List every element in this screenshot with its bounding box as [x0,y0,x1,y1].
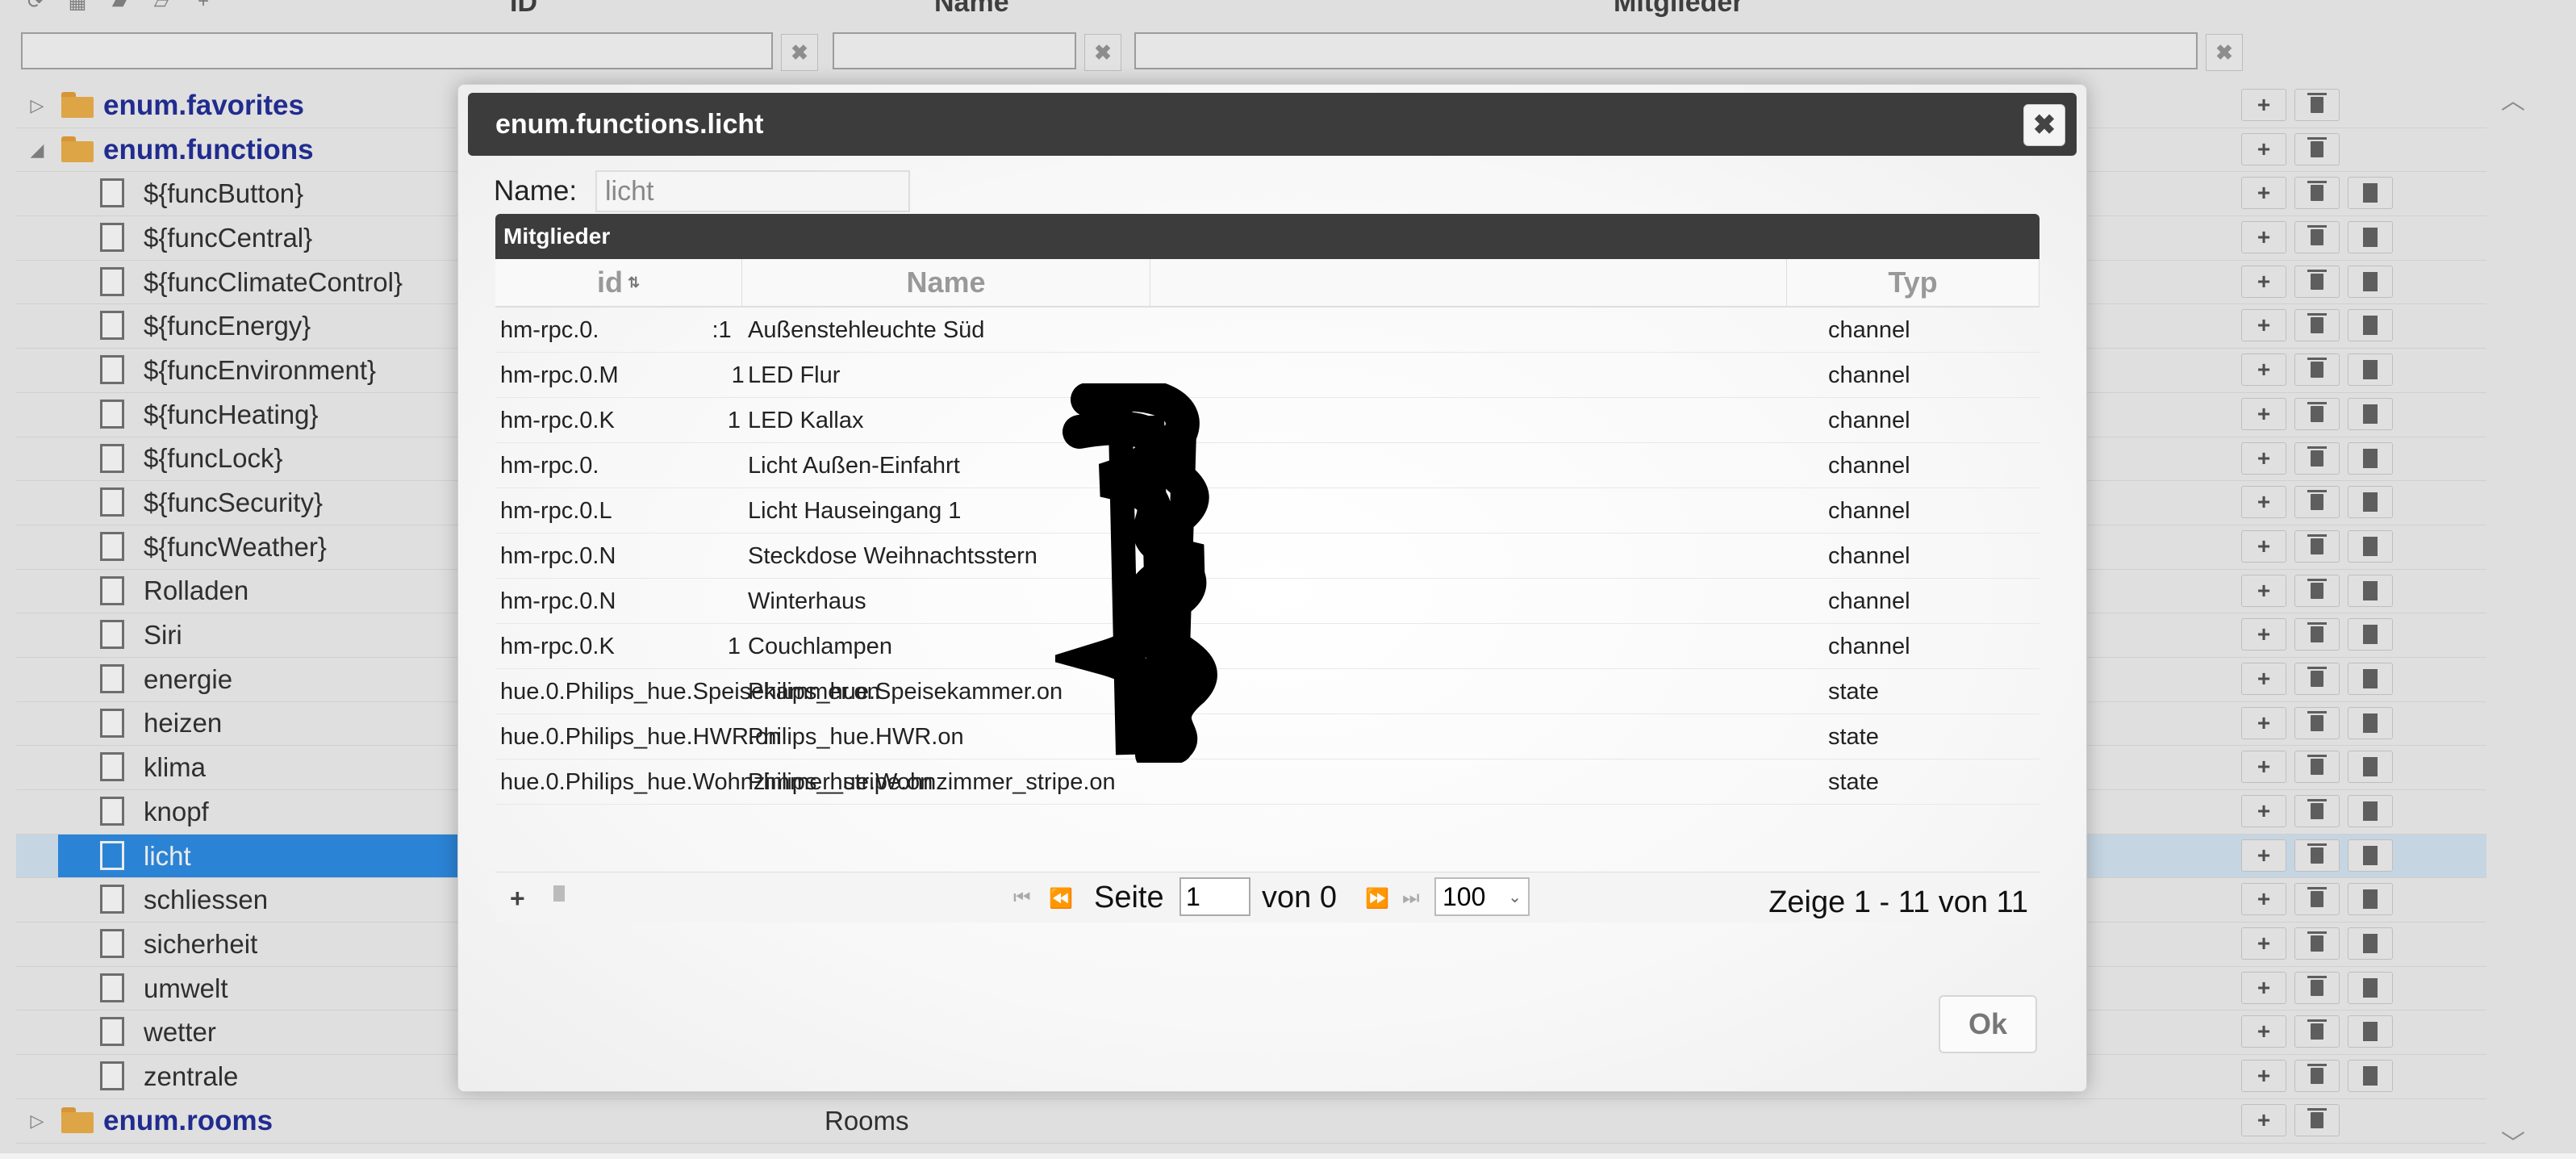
table-row[interactable]: hm-rpc.0.M 1 LED Flur channel [495,353,2040,398]
member-name: Philips_hue.HWR.on [748,724,964,750]
member-name: LED Flur [748,362,841,388]
member-name: Philips_hue.Speisekammer.on [748,679,1063,705]
member-id-prefix: hue.0.Philips_hue.HWR.on [500,724,782,750]
edit-enum-dialog: enum.functions.licht ✖ Name: Mitglieder … [457,84,2087,1092]
member-id-prefix: hm-rpc.0.L [500,498,612,524]
dialog-titlebar[interactable]: enum.functions.licht ✖ [468,93,2077,156]
member-type: state [1828,724,1879,750]
member-id-prefix: hm-rpc.0. [500,453,599,479]
sort-icon[interactable]: ⇅ [628,274,640,291]
last-page-icon[interactable]: ⏭ [1402,887,1420,910]
page-input[interactable] [1179,877,1250,916]
page-label: Seite [1094,881,1164,914]
prev-page-icon[interactable]: ⏪ [1049,887,1073,910]
member-type: state [1828,769,1879,795]
member-id: hm-rpc.0.L [500,498,612,525]
member-type: channel [1828,634,1910,659]
name-label: Name: [494,175,578,207]
grid-pager: + ⏮ ⏪ Seite von 0 ⏩ ⏭ 100 ⌄ Zeige 1 - 11… [495,872,2040,923]
records-info: Zeige 1 - 11 von 11 [1768,885,2028,919]
member-id-prefix: hm-rpc.0.K [500,408,615,433]
member-id: hm-rpc.0. :1 [500,317,732,344]
member-type: channel [1828,543,1910,569]
member-id-prefix: hm-rpc.0.N [500,588,616,614]
table-row[interactable]: hm-rpc.0.K 1 Couchlampen channel [495,624,2040,669]
member-name: Couchlampen [748,634,892,659]
page-size-select[interactable]: 100 ⌄ [1434,877,1530,916]
column-header-id[interactable]: id ⇅ [495,259,742,306]
add-member-icon[interactable]: + [510,884,525,914]
table-row[interactable]: hm-rpc.0.K 1 LED Kallax channel [495,398,2040,443]
name-input[interactable] [595,170,910,212]
member-id-prefix: hm-rpc.0.N [500,543,616,569]
member-type: state [1828,679,1879,705]
column-header-name[interactable]: Name [742,259,1150,306]
member-name: Außenstehleuchte Süd [748,317,985,343]
chevron-down-icon: ⌄ [1508,888,1522,906]
delete-member-icon[interactable] [553,885,565,902]
dialog-title: enum.functions.licht [495,109,764,140]
member-id-suffix: :1 [712,317,732,343]
page-size-value: 100 [1442,881,1486,911]
redaction-scribble [1055,383,1217,763]
member-id-prefix: hm-rpc.0.M [500,362,619,388]
member-id-prefix: hm-rpc.0. [500,317,599,343]
ok-button[interactable]: Ok [1939,995,2037,1053]
member-type: channel [1828,588,1910,614]
member-id: hm-rpc.0.K 1 [500,634,741,660]
table-row[interactable]: hue.0.Philips_hue.HWR.on Philips_hue.HWR.… [495,714,2040,759]
member-id: hm-rpc.0.N [500,588,616,615]
member-id-prefix: hm-rpc.0.K [500,634,615,659]
close-icon[interactable]: ✖ [2023,104,2065,146]
member-type: channel [1828,498,1910,524]
page-total: von 0 [1262,881,1337,914]
member-name: Steckdose Weihnachtsstern [748,543,1037,569]
member-id-suffix: 1 [727,634,741,659]
member-name: Licht Hauseingang 1 [748,498,962,524]
member-id: hm-rpc.0.K 1 [500,408,741,434]
table-row[interactable]: hm-rpc.0.N Steckdose Weihnachtsstern chann… [495,533,2040,579]
members-section-title: Mitglieder [503,224,611,249]
first-page-icon[interactable]: ⏮ [1013,887,1031,910]
member-id: hm-rpc.0. [500,453,599,479]
member-id-suffix: 1 [727,408,741,433]
next-page-icon[interactable]: ⏩ [1365,887,1389,910]
member-id: hm-rpc.0.M 1 [500,362,745,389]
members-grid-body: hm-rpc.0.:1 Außenstehleuchte Süd channel hm… [495,308,2040,805]
member-type: channel [1828,317,1910,343]
table-row[interactable]: hm-rpc.0. :1 Außenstehleuchte Süd channel [495,308,2040,353]
member-name: Winterhaus [748,588,866,614]
column-header-id-label: id [596,266,623,299]
table-row[interactable]: hue.0.Philips_hue.Speisekammer.on Philips… [495,669,2040,714]
member-type: channel [1828,408,1910,433]
member-name: Philips_hue.Wohnzimmer_stripe.on [748,769,1116,795]
table-row[interactable]: hm-rpc.0. Licht Außen-Einfahrt channel [495,443,2040,488]
member-id: hm-rpc.0.N [500,543,616,570]
member-type: channel [1828,362,1910,388]
member-id-suffix: 1 [731,362,745,388]
member-type: channel [1828,453,1910,479]
member-name: LED Kallax [748,408,864,433]
table-row[interactable]: hue.0.Philips_hue.Wohnzimmer_stripe.on Ph… [495,759,2040,805]
member-id: hue.0.Philips_hue.HWR.on [500,724,781,751]
table-row[interactable]: hm-rpc.0.N Winterhaus channel [495,579,2040,624]
members-section-header: Mitglieder [495,214,2040,259]
column-header-type[interactable]: Typ [1786,259,2040,306]
table-row[interactable]: hm-rpc.0.L Licht Hauseingang 1 channel [495,488,2040,533]
member-name: Licht Außen-Einfahrt [748,453,960,479]
